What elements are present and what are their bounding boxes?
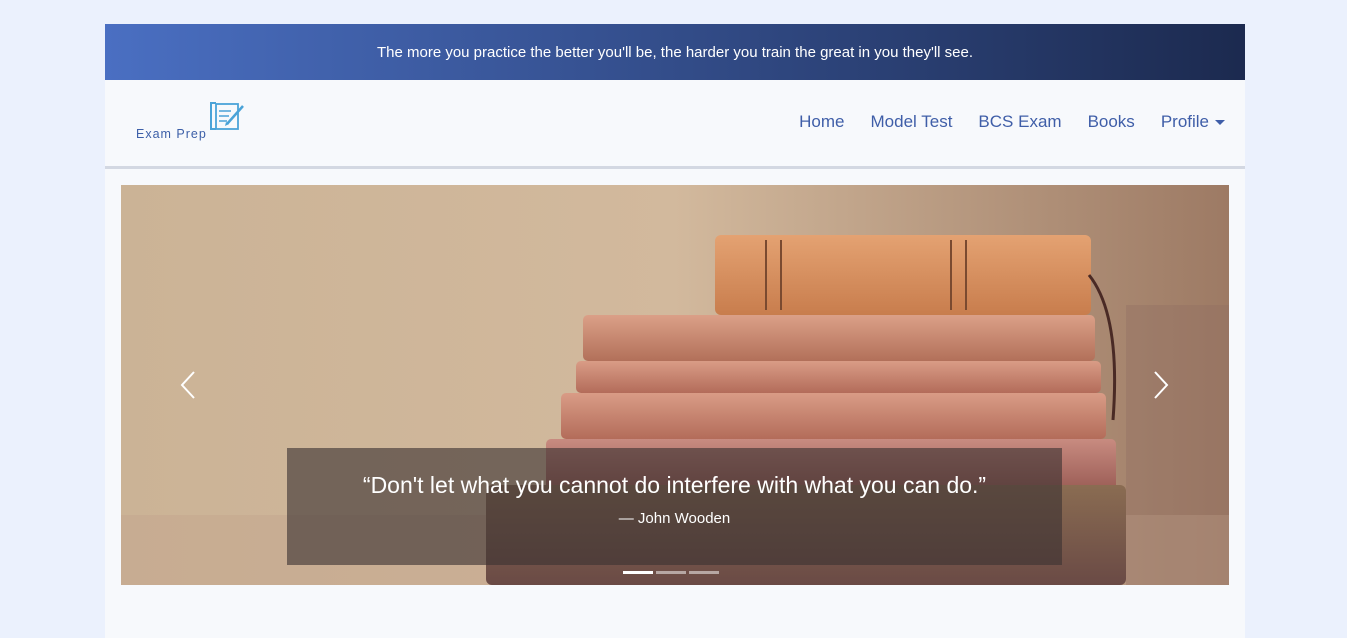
carousel-prev-button[interactable] (178, 368, 202, 402)
caption-author: — John Wooden (618, 510, 731, 527)
navbar: Exam Prep Home Model Test BCS Exam Books… (105, 80, 1245, 169)
nav-bcs-exam[interactable]: BCS Exam (978, 112, 1061, 132)
page-container: The more you practice the better you'll … (105, 24, 1245, 638)
carousel-indicator-1[interactable] (623, 571, 653, 574)
carousel-indicator-3[interactable] (689, 571, 719, 574)
main-nav: Home Model Test BCS Exam Books Profile (799, 112, 1225, 132)
nav-home[interactable]: Home (799, 112, 844, 132)
notepad-pen-icon (210, 102, 244, 130)
carousel-caption: “Don't let what you cannot do interfere … (287, 448, 1062, 565)
logo-text: Exam Prep (136, 127, 207, 141)
chevron-left-icon (180, 371, 195, 399)
banner-text: The more you practice the better you'll … (376, 43, 974, 61)
caret-down-icon (1215, 119, 1225, 125)
nav-profile-dropdown[interactable]: Profile (1161, 112, 1225, 132)
carousel-next-button[interactable] (1147, 368, 1171, 402)
chevron-right-icon (1154, 371, 1169, 399)
hero-carousel: “Don't let what you cannot do interfere … (121, 185, 1229, 585)
carousel-indicators (623, 571, 719, 574)
carousel-indicator-2[interactable] (656, 571, 686, 574)
caption-quote: “Don't let what you cannot do interfere … (362, 472, 987, 498)
nav-profile-label: Profile (1160, 112, 1209, 131)
motivation-banner: The more you practice the better you'll … (105, 24, 1245, 80)
nav-books[interactable]: Books (1088, 112, 1135, 132)
nav-model-test[interactable]: Model Test (871, 112, 953, 132)
logo[interactable]: Exam Prep (135, 102, 250, 142)
